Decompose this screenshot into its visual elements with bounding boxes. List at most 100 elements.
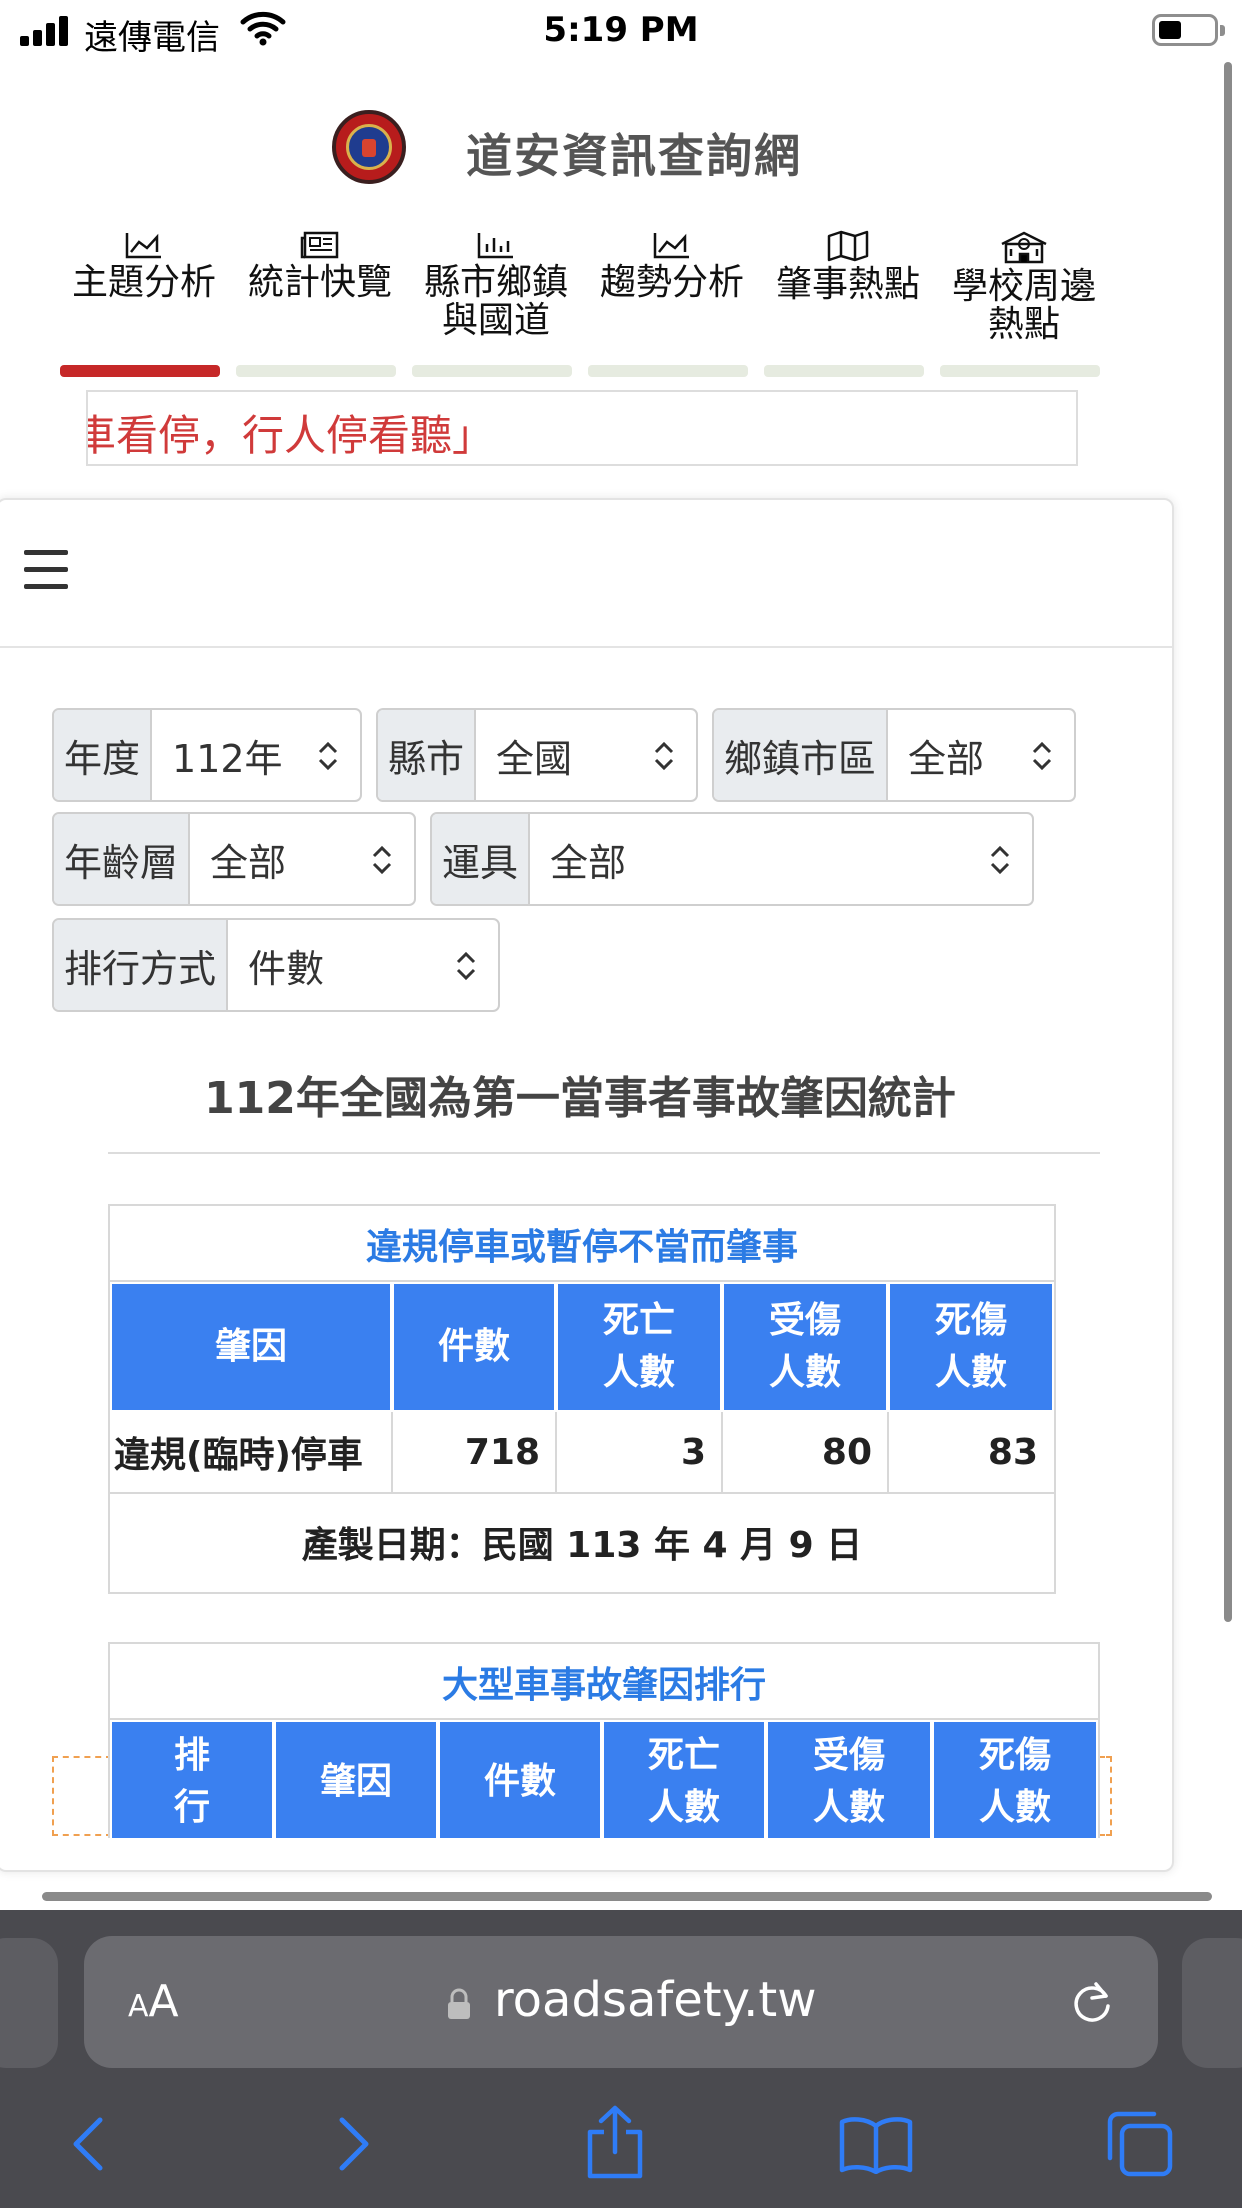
select-chevron-icon (654, 741, 674, 771)
table-caption: 違規停車或暫停不當而肇事 (365, 1227, 798, 1268)
filter-label: 運具 (432, 814, 531, 904)
tab-county-highway[interactable]: 縣市鄉鎮與國道 (408, 230, 584, 380)
select-chevron-icon (318, 741, 338, 771)
select-value: 全部 (210, 840, 287, 885)
select-value: 全部 (550, 840, 627, 885)
announcement-marquee: 車看停，行人停看聽」 (86, 390, 1078, 466)
divider (108, 1152, 1100, 1154)
column-header[interactable]: 件數 (394, 1284, 554, 1410)
newspaper-icon (300, 231, 339, 259)
marquee-text: 車看停，行人停看聽」 (86, 411, 495, 460)
age-select[interactable]: 全部 (190, 814, 414, 904)
vehicle-select[interactable]: 全部 (530, 814, 1032, 904)
year-select[interactable]: 112年 (152, 710, 360, 800)
battery-icon (1152, 14, 1225, 46)
filter-label: 年齡層 (54, 814, 191, 904)
reload-icon[interactable] (1066, 1976, 1118, 2028)
tab-school-hotspots[interactable]: 學校周邊熱點 (936, 230, 1112, 380)
grid-line (887, 1412, 889, 1492)
column-header[interactable]: 受傷 人數 (768, 1722, 930, 1838)
tab-label: 趨勢分析 (599, 262, 744, 303)
column-header[interactable]: 肇因 (112, 1284, 390, 1410)
column-header[interactable]: 受傷 人數 (724, 1284, 886, 1410)
site-header: 道安資訊查詢網 (0, 108, 1242, 188)
grid-line (110, 1492, 1054, 1494)
card-toolbar (0, 500, 1172, 648)
filter-label: 年度 (54, 710, 153, 800)
filter-label: 排行方式 (54, 920, 229, 1010)
tab-indicator (60, 365, 220, 377)
column-header[interactable]: 肇因 (276, 1722, 436, 1838)
filter-vehicle: 運具 全部 (430, 812, 1034, 906)
chart-area-icon (653, 233, 689, 259)
column-header[interactable]: 死亡 人數 (604, 1722, 764, 1838)
status-bar: 遠傳電信 5:19 PM (0, 0, 1242, 62)
sort-select[interactable]: 件數 (228, 920, 498, 1010)
bookmarks-icon[interactable] (838, 2116, 914, 2174)
tab-trend-analysis[interactable]: 趨勢分析 (584, 230, 760, 380)
illegal-parking-table: 違規停車或暫停不當而肇事 肇因 件數 死亡 人數 受傷 人數 死傷 人數 違規(… (108, 1204, 1056, 1594)
grid-line (110, 1718, 1098, 1720)
bar-chart-icon (477, 233, 513, 259)
select-chevron-icon (1032, 741, 1052, 771)
select-chevron-icon (990, 845, 1010, 875)
site-title[interactable]: 道安資訊查詢網 (466, 120, 802, 186)
tab-accident-hotspots[interactable]: 肇事熱點 (760, 230, 936, 380)
tab-indicator (940, 365, 1100, 377)
column-header[interactable]: 死亡 人數 (558, 1284, 720, 1410)
back-icon[interactable] (68, 2114, 108, 2174)
forward-icon[interactable] (334, 2114, 374, 2174)
grid-line (721, 1412, 723, 1492)
tab-label: 統計快覽 (247, 262, 392, 303)
browser-bottom-bar: AA roadsafety.tw (0, 1910, 1242, 2208)
report-title: 112年全國為第一當事者事故肇因統計 (204, 1073, 956, 1124)
share-icon[interactable] (584, 2104, 646, 2180)
select-chevron-icon (372, 845, 392, 875)
table-cell-casualties: 83 (987, 1431, 1038, 1473)
chart-area-icon (125, 233, 161, 259)
tab-indicator (236, 365, 396, 377)
tabs-icon[interactable] (1106, 2110, 1174, 2178)
dashed-outline (52, 1756, 112, 1836)
filter-age: 年齡層 全部 (52, 812, 416, 906)
filter-label: 縣市 (378, 710, 477, 800)
column-header[interactable]: 死傷 人數 (890, 1284, 1052, 1410)
main-nav: 主題分析 統計快覽 縣市鄉鎮與國道 趨勢分析 肇事熱點 學校周邊熱點 (56, 230, 1106, 380)
table-cell-count: 718 (464, 1431, 540, 1473)
filter-label: 鄉鎮市區 (714, 710, 889, 800)
filter-county: 縣市 全國 (376, 708, 698, 802)
table-cell-injuries: 80 (821, 1431, 872, 1473)
column-header[interactable]: 排 行 (112, 1722, 272, 1838)
map-icon (827, 230, 869, 262)
large-vehicle-ranking-table: 大型車事故肇因排行 排 行 肇因 件數 死亡 人數 受傷 人數 死傷 人數 (108, 1642, 1100, 1838)
lock-icon (448, 1988, 470, 2019)
previous-tab-preview[interactable] (0, 1938, 58, 2068)
url-text: roadsafety.tw (494, 1972, 817, 2028)
table-caption: 大型車事故肇因排行 (441, 1665, 766, 1706)
county-select[interactable]: 全國 (476, 710, 696, 800)
select-value: 112年 (172, 736, 283, 781)
vertical-scrollbar[interactable] (1224, 62, 1232, 1622)
tab-stats-overview[interactable]: 統計快覽 (232, 230, 408, 380)
select-value: 全部 (908, 736, 985, 781)
grid-line (391, 1412, 393, 1492)
select-value: 件數 (248, 946, 325, 991)
school-icon (1001, 231, 1047, 264)
next-tab-preview[interactable] (1182, 1938, 1242, 2068)
police-emblem-logo[interactable] (332, 110, 406, 184)
tab-topic-analysis[interactable]: 主題分析 (56, 230, 232, 380)
tab-label: 肇事熱點 (775, 264, 920, 305)
tab-label: 縣市鄉鎮與國道 (423, 262, 568, 341)
production-date: 產製日期：民國 113 年 4 月 9 日 (301, 1525, 863, 1566)
township-select[interactable]: 全部 (888, 710, 1074, 800)
tab-indicator (588, 365, 748, 377)
address-bar[interactable]: AA roadsafety.tw (84, 1936, 1158, 2068)
filter-sort: 排行方式 件數 (52, 918, 500, 1012)
column-header[interactable]: 死傷 人數 (934, 1722, 1096, 1838)
column-header[interactable]: 件數 (440, 1722, 600, 1838)
select-value: 全國 (496, 736, 573, 781)
horizontal-scrollbar[interactable] (42, 1892, 1212, 1901)
menu-icon[interactable] (24, 550, 68, 590)
text-size-button[interactable]: AA (128, 1976, 179, 2027)
tab-indicator (764, 365, 924, 377)
